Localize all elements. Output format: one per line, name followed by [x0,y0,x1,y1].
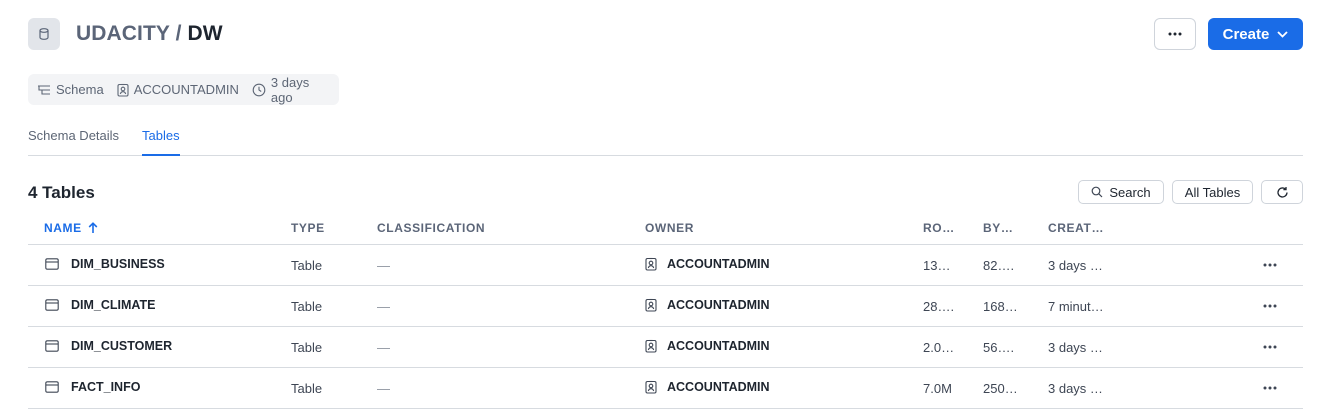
table-row[interactable]: FACT_INFO Table — ACCOUNTADMIN 7.0M 250…… [28,368,1303,409]
table-rows: 13… [923,258,951,273]
table-type: Table [291,258,323,273]
role-badge-icon [645,380,657,394]
breadcrumb-database[interactable]: UDACITY [76,22,170,45]
role-badge-icon [117,83,129,97]
table-rows: 7.0M [923,381,952,396]
table-count: 4 Tables [28,183,95,202]
table-name: FACT_INFO [71,380,141,394]
create-button-label: Create [1222,25,1270,43]
more-actions-button[interactable] [1154,18,1196,50]
role-badge-icon [645,298,657,312]
search-icon [1091,186,1103,198]
table-created: 3 days … [1048,340,1103,355]
table-bytes: 168… [983,299,1018,314]
table-name-cell[interactable]: DIM_CUSTOMER [45,339,172,353]
row-more-actions-button[interactable] [1258,297,1282,315]
more-horizontal-icon [1263,263,1277,267]
column-header-rows[interactable]: RO… [923,221,955,235]
table-filter-select[interactable]: All Tables [1172,180,1253,204]
role-badge-icon [645,257,657,271]
table-rows: 28…. [923,299,955,314]
table-bytes: 250… [983,381,1018,396]
table-owner: ACCOUNTADMIN [667,257,770,271]
table-owner-cell: ACCOUNTADMIN [645,298,770,312]
create-button[interactable]: Create [1208,18,1303,50]
table-bytes: 56…. [983,340,1015,355]
table-owner: ACCOUNTADMIN [667,339,770,353]
table-created: 3 days … [1048,258,1103,273]
table-created: 7 minut… [1048,299,1104,314]
table-name: DIM_CLIMATE [71,298,156,312]
table-name: DIM_BUSINESS [71,257,165,271]
search-button[interactable]: Search [1078,180,1164,204]
table-row[interactable]: DIM_BUSINESS Table — ACCOUNTADMIN 13… 82… [28,245,1303,286]
chevron-down-icon [1277,30,1288,38]
tab-bar: Schema Details Tables [28,127,1303,156]
meta-created-label: 3 days ago [270,74,310,105]
table-owner-cell: ACCOUNTADMIN [645,380,770,394]
table-icon [45,381,59,393]
schema-meta: Schema ACCOUNTADMIN 3 days ago [28,74,339,105]
schema-icon [28,18,60,50]
table-type: Table [291,299,323,314]
table-header: NAME TYPE CLASSIFICATION OWNER RO… BY… C… [28,212,1303,245]
meta-created: 3 days ago [252,75,326,105]
row-more-actions-button[interactable] [1258,379,1282,397]
row-more-actions-button[interactable] [1258,338,1282,356]
tab-tables[interactable]: Tables [142,127,180,156]
table-classification: — [377,258,390,273]
table-owner: ACCOUNTADMIN [667,380,770,394]
table-row[interactable]: DIM_CUSTOMER Table — ACCOUNTADMIN 2.0… 5… [28,327,1303,368]
meta-owner: ACCOUNTADMIN [117,82,239,97]
sort-ascending-icon [88,222,98,233]
more-horizontal-icon [1263,304,1277,308]
table-rows: 2.0… [923,340,955,355]
table-name-cell[interactable]: FACT_INFO [45,380,140,394]
table-icon [45,340,59,352]
meta-type: Schema [37,82,104,97]
table-icon [45,299,59,311]
meta-owner-label: ACCOUNTADMIN [133,82,239,97]
role-badge-icon [645,339,657,353]
table-name-cell[interactable]: DIM_BUSINESS [45,257,165,271]
search-button-label: Search [1109,184,1151,200]
schema-type-icon [38,84,50,95]
more-horizontal-icon [1263,345,1277,349]
tab-schema-details[interactable]: Schema Details [28,127,119,144]
column-header-name-label: NAME [44,221,82,235]
table-owner: ACCOUNTADMIN [667,298,770,312]
table-name-cell[interactable]: DIM_CLIMATE [45,298,156,312]
row-more-actions-button[interactable] [1258,256,1282,274]
table-owner-cell: ACCOUNTADMIN [645,339,770,353]
table-bytes: 82…. [983,258,1015,273]
table-classification: — [377,381,390,396]
page-title: UDACITY / DW [76,20,223,48]
column-header-classification[interactable]: CLASSIFICATION [377,221,485,235]
column-header-created[interactable]: CREAT… [1048,221,1104,235]
table-owner-cell: ACCOUNTADMIN [645,257,770,271]
refresh-icon [1276,186,1288,198]
refresh-button[interactable] [1261,180,1303,204]
clock-icon [252,83,266,96]
more-horizontal-icon [1168,32,1182,36]
breadcrumb-schema: DW [187,22,223,45]
table-name: DIM_CUSTOMER [71,339,173,353]
column-header-type[interactable]: TYPE [291,221,325,235]
breadcrumb-separator: / [169,22,188,45]
table-classification: — [377,340,390,355]
more-horizontal-icon [1263,386,1277,390]
table-row[interactable]: DIM_CLIMATE Table — ACCOUNTADMIN 28…. 16… [28,286,1303,327]
column-header-bytes[interactable]: BY… [983,221,1013,235]
table-icon [45,258,59,270]
table-type: Table [291,340,323,355]
table-classification: — [377,299,390,314]
table-created: 3 days … [1048,381,1103,396]
meta-type-label: Schema [56,82,104,97]
table-type: Table [291,381,323,396]
column-header-owner[interactable]: OWNER [645,221,694,235]
column-header-name[interactable]: NAME [44,221,98,235]
